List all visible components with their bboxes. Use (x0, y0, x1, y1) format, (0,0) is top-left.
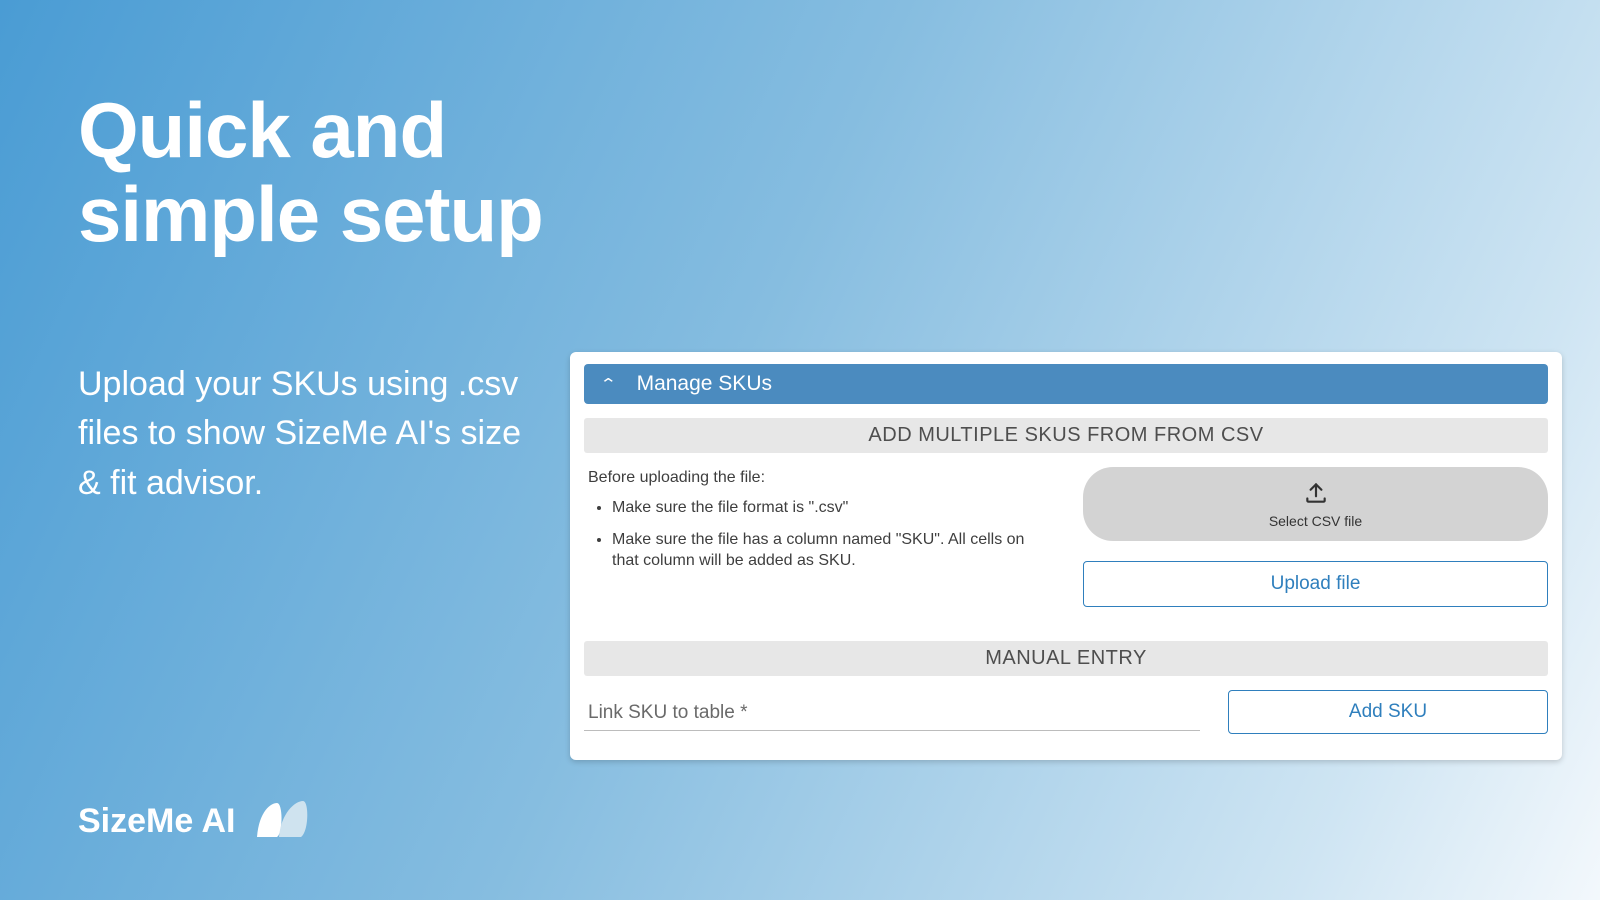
manual-section-title: MANUAL ENTRY (584, 641, 1548, 676)
brand-logo-icon (251, 797, 311, 846)
select-csv-dropzone[interactable]: Select CSV file (1083, 467, 1548, 541)
csv-instructions: Before uploading the file: Make sure the… (584, 467, 1055, 607)
hero-title-line2: simple setup (78, 170, 543, 258)
add-sku-label: Add SKU (1349, 701, 1427, 723)
hero-title: Quick and simple setup (78, 88, 543, 256)
hero-title-line1: Quick and (78, 86, 446, 174)
manage-skus-panel: ⌃ Manage SKUs ADD MULTIPLE SKUS FROM FRO… (570, 352, 1562, 760)
panel-header[interactable]: ⌃ Manage SKUs (584, 364, 1548, 404)
csv-bullet-2: Make sure the file has a column named "S… (612, 529, 1053, 572)
csv-bullet-1: Make sure the file format is ".csv" (612, 497, 1053, 519)
brand-lockup: SizeMe AI (78, 797, 311, 846)
upload-icon (1303, 480, 1329, 511)
chevron-up-icon: ⌃ (599, 375, 617, 393)
upload-file-label: Upload file (1271, 573, 1361, 595)
hero-subline: Upload your SKUs using .csv files to sho… (78, 360, 538, 508)
upload-file-button[interactable]: Upload file (1083, 561, 1548, 607)
brand-name: SizeMe AI (78, 802, 235, 841)
link-sku-input[interactable] (584, 694, 1200, 731)
csv-section-title: ADD MULTIPLE SKUS FROM FROM CSV (584, 418, 1548, 453)
csv-intro: Before uploading the file: (588, 469, 1053, 487)
add-sku-button[interactable]: Add SKU (1228, 690, 1548, 734)
select-csv-label: Select CSV file (1269, 513, 1362, 529)
panel-header-title: Manage SKUs (637, 372, 772, 396)
